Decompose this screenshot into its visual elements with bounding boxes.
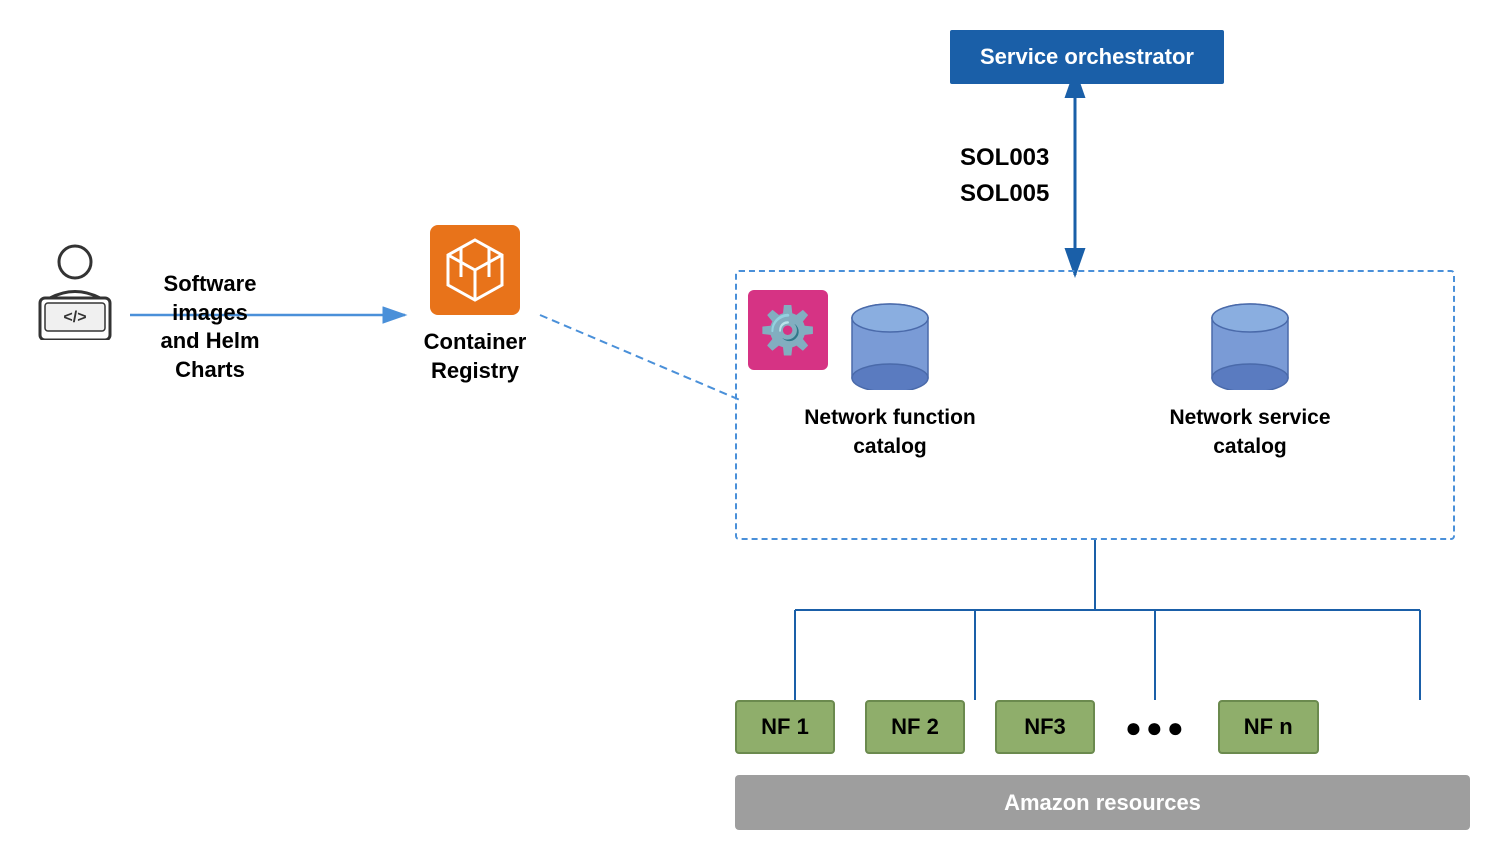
- service-orchestrator-box: Service orchestrator: [950, 30, 1224, 84]
- nf-catalog: Network functioncatalog: [780, 300, 1000, 462]
- nf2-box: NF 2: [865, 700, 965, 754]
- svg-text:</>: </>: [63, 309, 86, 326]
- ns-catalog: Network servicecatalog: [1140, 300, 1360, 462]
- nf-row: NF 1 NF 2 NF3 ●●● NF n: [735, 700, 1319, 754]
- ns-catalog-label: Network servicecatalog: [1140, 403, 1360, 462]
- nf-catalog-label: Network functioncatalog: [780, 403, 1000, 462]
- sol005-label: SOL005: [960, 176, 1049, 212]
- sol003-label: SOL003: [960, 140, 1049, 176]
- sol-labels: SOL003 SOL005: [960, 140, 1049, 212]
- nf-ellipsis: ●●●: [1125, 712, 1188, 744]
- nf1-box: NF 1: [735, 700, 835, 754]
- developer-icon: </>: [30, 240, 120, 345]
- amazon-resources-label: Amazon resources: [1004, 790, 1201, 816]
- nfn-box: NF n: [1218, 700, 1319, 754]
- container-registry: Container Registry: [410, 225, 540, 385]
- nf3-box: NF3: [995, 700, 1095, 754]
- diagram-container: </> Software images and Helm Charts Cont…: [0, 0, 1486, 846]
- service-orchestrator-label: Service orchestrator: [980, 44, 1194, 69]
- amazon-resources-banner: Amazon resources: [735, 775, 1470, 830]
- software-label: Software images and Helm Charts: [130, 270, 290, 384]
- container-registry-label: Container Registry: [410, 328, 540, 385]
